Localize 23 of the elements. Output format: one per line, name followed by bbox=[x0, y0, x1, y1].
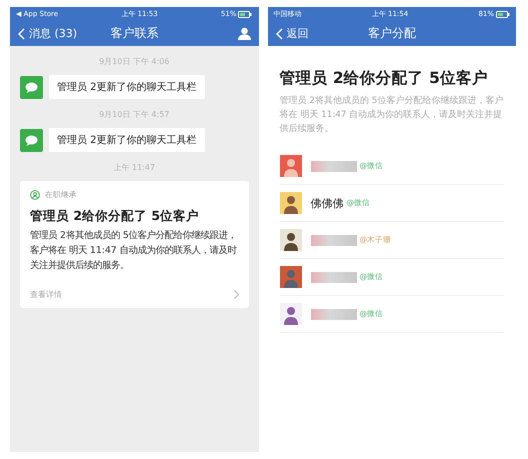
page-title: 管理员 2给你分配了 5位客户 bbox=[280, 68, 489, 89]
card-title: 管理员 2给你分配了 5位客户 bbox=[30, 208, 200, 225]
message-time: 9月10日 下午 4:06 bbox=[98, 56, 170, 67]
back-button[interactable]: 返回 bbox=[276, 26, 336, 41]
chevron-left-icon bbox=[18, 28, 25, 40]
user-circle-icon bbox=[30, 190, 40, 200]
battery-icon bbox=[496, 10, 510, 18]
chat-bubble-icon bbox=[20, 128, 43, 152]
customer-name: 佛佛佛 bbox=[310, 196, 344, 210]
back-button[interactable]: 消息 (33) bbox=[18, 26, 78, 41]
chat-bubble-icon bbox=[20, 76, 43, 98]
message-bubble: 管理员 2更新了你的聊天工具栏 bbox=[49, 128, 205, 152]
message-bubble: 管理员 2更新了你的聊天工具栏 bbox=[49, 75, 205, 99]
details-link[interactable]: 查看详情 bbox=[30, 289, 62, 300]
message-time: 9月10日 下午 4:57 bbox=[98, 109, 170, 120]
page-description: 管理员 2将其他成员的 5位客户分配给你继续跟进，客户将在 明天 11:47 自动成为你的联系人，请及时关注并提供后续服务。 bbox=[280, 94, 504, 136]
nav-title: 客户联系 bbox=[110, 25, 158, 42]
battery-icon bbox=[238, 10, 252, 18]
nav-title: 客户分配 bbox=[368, 25, 416, 42]
card-body: 管理员 2将其他成员的 5位客户分配给你继续跟进，客户将在 明天 11:47 自动成为你的联系人，请及时关注并提供后续的服务。 bbox=[30, 229, 238, 273]
chevron-right-icon bbox=[234, 290, 238, 299]
person-icon[interactable] bbox=[238, 27, 250, 40]
chevron-left-icon bbox=[276, 28, 282, 40]
